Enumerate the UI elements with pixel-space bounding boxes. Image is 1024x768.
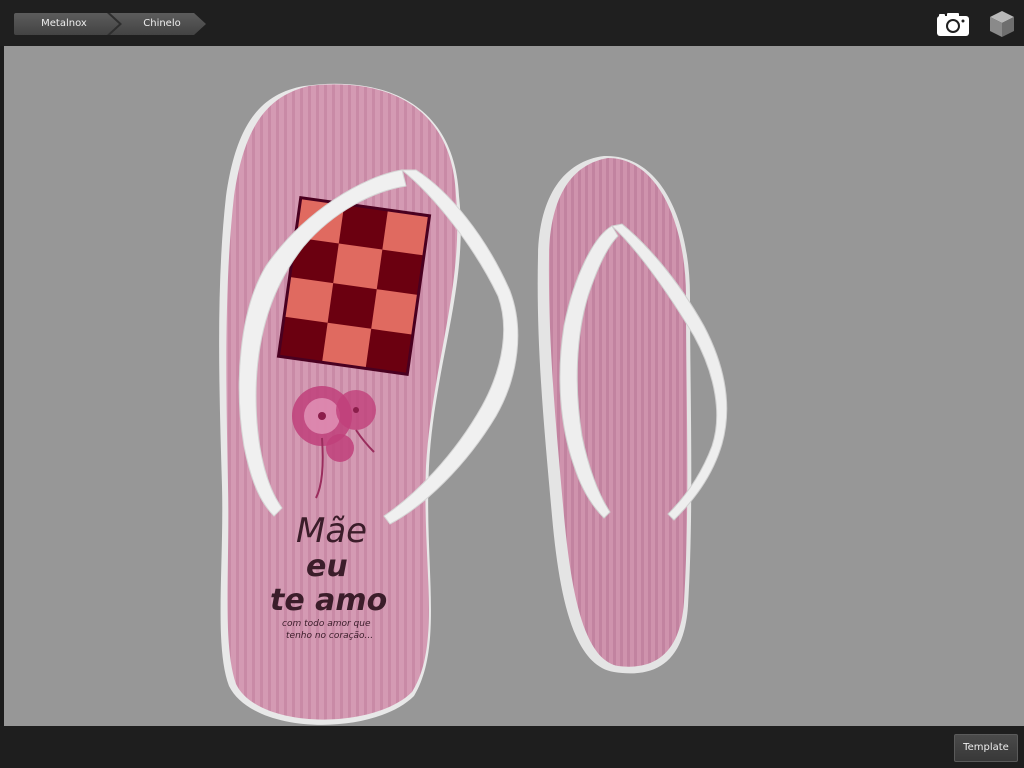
design-subtext-1: com todo amor que [282,619,371,629]
template-button[interactable]: Template [954,734,1018,762]
3d-view-button[interactable] [988,9,1016,39]
cube-icon [990,11,1014,37]
breadcrumb-label: Chinelo [143,18,181,29]
top-bar: Metalnox Chinelo [0,0,1024,46]
breadcrumb-label: Metalnox [41,18,87,29]
design-subtext-2: tenho no coração... [286,631,373,641]
breadcrumb-item-metalnox[interactable]: Metalnox [14,13,122,35]
camera-icon [937,13,969,36]
design-text-eu: eu [306,549,348,584]
3d-viewport[interactable]: Mãe eu te amo com todo amor que tenho no… [4,46,1024,726]
right-sandal [537,155,728,674]
checker-patch [276,196,432,376]
design-text-te-amo: te amo [270,583,387,618]
bottom-bar [0,726,1024,768]
breadcrumb-item-chinelo[interactable]: Chinelo [108,13,206,35]
screenshot-button[interactable] [936,11,970,37]
left-sandal: Mãe eu te amo com todo amor que tenho no… [219,83,519,725]
design-text-mae: Mãe [296,511,367,551]
